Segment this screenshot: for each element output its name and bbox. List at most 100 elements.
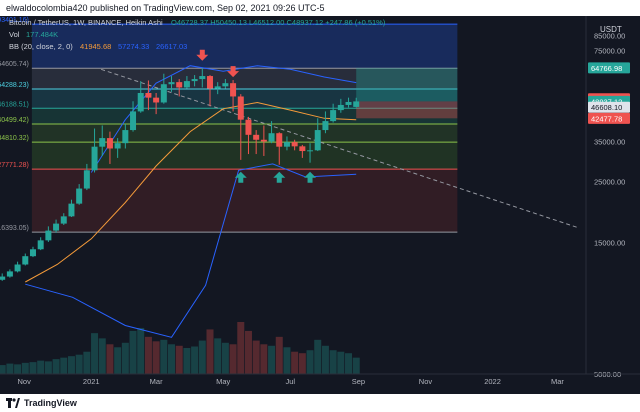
volume-bar	[21, 362, 29, 374]
price-chart[interactable]: 1.618(93401.16)1(64605.74)0.786(54288.23…	[0, 16, 640, 394]
fib-zone	[31, 169, 458, 233]
legend-bb-upper: 57274.33	[118, 42, 149, 51]
candle-body	[122, 130, 129, 144]
volume-bar	[75, 354, 83, 374]
x-tick-label: Nov	[419, 377, 433, 386]
legend-vol-label: Vol	[9, 30, 20, 39]
volume-bar	[252, 340, 260, 374]
candle-body	[45, 230, 52, 241]
legend-bb-lower: 26617.03	[156, 42, 187, 51]
volume-bar	[183, 348, 191, 374]
volume-bar	[121, 342, 129, 374]
x-tick-label: Mar	[150, 377, 163, 386]
legend-ohlc: O46728.37 H50450.13 L46512.00 C48937.12 …	[171, 18, 386, 27]
candle-body	[153, 97, 160, 103]
legend-bb-label: BB (20, close, 2, 0)	[9, 42, 73, 51]
volume-bar	[0, 365, 6, 374]
candle-body	[307, 150, 314, 152]
volume-bar	[221, 342, 229, 374]
candle-body	[276, 133, 283, 147]
candle-body	[330, 110, 337, 122]
volume-bar	[321, 345, 329, 374]
candle-body	[191, 79, 198, 82]
volume-bar	[214, 338, 222, 374]
volume-bars	[0, 322, 360, 374]
price-tag-label: 64766.98	[591, 64, 622, 73]
candle-body	[245, 119, 252, 135]
x-tick-label: May	[216, 377, 230, 386]
candle-body	[6, 271, 13, 277]
candle-body	[137, 93, 144, 112]
target-zone	[356, 67, 458, 102]
x-tick-label: Sep	[352, 377, 365, 386]
candle-body	[76, 188, 83, 204]
fib-label: 0.618(46188.51)	[0, 101, 29, 108]
fib-label: 0.382(34810.32)	[0, 135, 29, 142]
volume-bar	[198, 340, 206, 374]
candle-body	[145, 93, 152, 98]
fib-label: 0.786(54288.23)	[0, 82, 29, 89]
volume-bar	[268, 345, 276, 374]
volume-bar	[237, 322, 245, 374]
publish-header: elwaldocolombia420 published on TradingV…	[0, 0, 640, 16]
candle-body	[260, 139, 267, 142]
volume-bar	[91, 333, 99, 374]
volume-bar	[44, 361, 52, 374]
candle-body	[337, 104, 344, 111]
candle-body	[22, 256, 29, 265]
price-tag-label: 46608.10	[591, 103, 622, 112]
volume-bar	[298, 353, 306, 374]
position-box	[356, 67, 458, 119]
legend-vol-value: 177.484K	[26, 30, 58, 39]
volume-bar	[206, 329, 214, 374]
candle-body	[0, 276, 6, 280]
fib-zone	[31, 124, 458, 143]
candle-body	[83, 170, 90, 189]
candle-body	[29, 249, 36, 257]
volume-bar	[260, 344, 268, 374]
candle-body	[106, 138, 113, 149]
legend-symbol: Bitcoin / TetherUS, 1W, BINANCE, Heikin …	[9, 18, 163, 27]
volume-bar	[283, 347, 291, 374]
volume-bar	[352, 357, 360, 374]
candle-body	[68, 203, 75, 217]
volume-bar	[137, 327, 145, 374]
x-tick-label: Nov	[18, 377, 32, 386]
volume-bar	[175, 345, 183, 374]
chart-area[interactable]: 1.618(93401.16)1(64605.74)0.786(54288.23…	[0, 16, 640, 394]
volume-bar	[37, 360, 45, 374]
y-tick-label: 75000.00	[594, 46, 625, 55]
fib-label: 0.5(40499.42)	[0, 117, 29, 124]
candle-body	[230, 83, 237, 97]
volume-bar	[275, 336, 283, 374]
x-tick-label: 2021	[83, 377, 100, 386]
volume-bar	[314, 339, 322, 374]
candle-body	[176, 82, 183, 88]
candle-body	[322, 121, 329, 131]
candle-body	[314, 130, 321, 151]
candle-body	[222, 83, 229, 87]
volume-bar	[14, 364, 22, 374]
y-tick-label: 25000.00	[594, 178, 625, 187]
candle-body	[114, 143, 121, 149]
candle-body	[99, 138, 106, 147]
volume-bar	[114, 347, 122, 374]
y-tick-label: 15000.00	[594, 239, 625, 248]
volume-bar	[152, 341, 160, 374]
candle-body	[353, 101, 360, 107]
candle-body	[199, 76, 206, 80]
candle-body	[291, 142, 298, 147]
volume-bar	[60, 357, 68, 374]
volume-bar	[191, 346, 199, 374]
fib-label: 0.236(27771.28)	[0, 162, 29, 169]
volume-bar	[244, 330, 252, 374]
publish-info: elwaldocolombia420 published on TradingV…	[6, 3, 325, 13]
tradingview-brand: TradingView	[24, 398, 77, 408]
volume-bar	[229, 344, 237, 374]
volume-bar	[6, 363, 14, 374]
candle-body	[60, 216, 67, 224]
time-axis[interactable]: Nov 2021 Mar May Jul Sep Nov 2022 Mar	[18, 377, 565, 386]
volume-bar	[160, 339, 168, 374]
candle-body	[91, 146, 98, 171]
candle-body	[299, 146, 306, 152]
